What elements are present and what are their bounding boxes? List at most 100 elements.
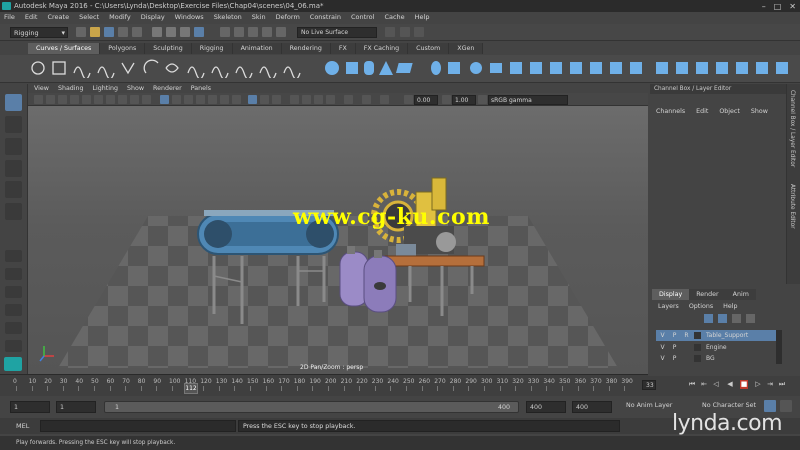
move-layer-up-icon[interactable]	[704, 314, 713, 323]
step-back-frame-icon[interactable]: ◁	[712, 380, 720, 389]
menu-skeleton[interactable]: Skeleton	[214, 12, 242, 23]
new-layer-selected-icon[interactable]	[746, 314, 755, 323]
outliner-layout-icon[interactable]	[5, 322, 22, 334]
tab-sculpting[interactable]: Sculpting	[145, 43, 192, 54]
live-surface-field[interactable]: No Live Surface	[297, 27, 377, 38]
menu-constrain[interactable]: Constrain	[310, 12, 341, 23]
go-to-end-icon[interactable]: ⏭	[778, 380, 786, 389]
layer-visibility-toggle[interactable]: V	[658, 342, 667, 353]
screen-space-ao-icon[interactable]	[290, 95, 299, 104]
layer-list-scrollbar[interactable]	[776, 330, 782, 364]
snap-curve-icon[interactable]	[234, 27, 244, 37]
snap-surface-icon[interactable]	[276, 27, 286, 37]
tab-xgen[interactable]: XGen	[449, 43, 484, 54]
mel-label[interactable]: MEL	[16, 422, 29, 430]
select-camera-icon[interactable]	[34, 95, 43, 104]
channel-menu-edit[interactable]: Edit	[696, 106, 708, 117]
layer-playback-toggle[interactable]: P	[670, 330, 679, 341]
persp-viewport[interactable]	[28, 106, 648, 374]
construction-history-icon[interactable]	[385, 27, 395, 37]
layer-menu-layers[interactable]: Layers	[658, 302, 679, 312]
menu-create[interactable]: Create	[47, 12, 69, 23]
layer-menu-options[interactable]: Options	[689, 302, 713, 312]
menu-select[interactable]: Select	[79, 12, 99, 23]
hud-icon[interactable]	[362, 95, 371, 104]
tab-attribute-editor[interactable]: Attribute Editor	[789, 184, 795, 229]
layer-color-swatch[interactable]	[694, 332, 701, 339]
snap-point-icon[interactable]	[248, 27, 258, 37]
panel-menu-lighting[interactable]: Lighting	[93, 84, 118, 93]
tab-rigging[interactable]: Rigging	[191, 43, 233, 54]
grid-icon[interactable]	[82, 95, 91, 104]
layer-menu-help[interactable]: Help	[723, 302, 737, 312]
textured-icon[interactable]	[208, 95, 217, 104]
select-tool-icon[interactable]	[5, 94, 22, 111]
tab-rendering[interactable]: Rendering	[281, 43, 331, 54]
use-all-lights-icon[interactable]	[220, 95, 229, 104]
play-forwards-icon[interactable]: ■	[740, 380, 748, 389]
step-forward-frame-icon[interactable]: ▷	[754, 380, 762, 389]
layer-row-bg[interactable]: V P BG	[656, 353, 776, 364]
wireframe-on-shaded-icon[interactable]	[196, 95, 205, 104]
layer-name[interactable]: Table_Support	[706, 330, 748, 341]
tab-custom[interactable]: Custom	[408, 43, 450, 54]
snap-grid-icon[interactable]	[220, 27, 230, 37]
select-object-icon[interactable]	[166, 27, 176, 37]
step-forward-key-icon[interactable]: ⇥	[766, 380, 774, 389]
motion-blur-icon[interactable]	[302, 95, 311, 104]
gate-mask-icon[interactable]	[118, 95, 127, 104]
panel-menu-panels[interactable]: Panels	[191, 84, 211, 93]
persp-graph-layout-icon[interactable]	[5, 304, 22, 316]
paint-select-tool-icon[interactable]	[5, 138, 22, 155]
undo-icon[interactable]	[118, 27, 128, 37]
select-component-icon[interactable]	[180, 27, 190, 37]
panel-menu-view[interactable]: View	[34, 84, 49, 93]
tab-animation[interactable]: Animation	[232, 43, 282, 54]
anti-aliasing-icon[interactable]	[314, 95, 323, 104]
menu-edit[interactable]: Edit	[25, 12, 38, 23]
open-scene-icon[interactable]	[90, 27, 100, 37]
layer-name[interactable]: BG	[706, 353, 715, 364]
safe-action-icon[interactable]	[142, 95, 151, 104]
field-chart-icon[interactable]	[130, 95, 139, 104]
move-tool-icon[interactable]	[5, 160, 22, 177]
layer-visibility-toggle[interactable]: V	[658, 353, 667, 364]
bookmark-icon[interactable]	[58, 95, 67, 104]
tab-curves-surfaces[interactable]: Curves / Surfaces	[28, 43, 101, 54]
layer-display-type[interactable]: R	[682, 330, 691, 341]
menu-modify[interactable]: Modify	[109, 12, 131, 23]
rotate-tool-icon[interactable]	[5, 181, 22, 198]
tab-fx[interactable]: FX	[330, 43, 356, 54]
redo-icon[interactable]	[132, 27, 142, 37]
ui-toggle-icon[interactable]	[380, 95, 389, 104]
layer-color-swatch[interactable]	[694, 344, 701, 351]
move-layer-down-icon[interactable]	[718, 314, 727, 323]
exposure-field[interactable]: 0.00	[414, 95, 438, 105]
four-view-layout-icon[interactable]	[5, 268, 22, 280]
playback-start-field[interactable]: 1	[56, 401, 96, 413]
shadows-icon[interactable]	[232, 95, 241, 104]
go-to-start-icon[interactable]: ⏮	[688, 380, 696, 389]
wireframe-icon[interactable]	[160, 95, 169, 104]
menu-display[interactable]: Display	[141, 12, 165, 23]
color-space-dropdown[interactable]: sRGB gamma	[488, 95, 568, 105]
channel-menu-channels[interactable]: Channels	[656, 106, 685, 117]
tab-fx-caching[interactable]: FX Caching	[355, 43, 409, 54]
lasso-tool-icon[interactable]	[5, 116, 22, 133]
tab-anim[interactable]: Anim	[725, 289, 756, 300]
new-empty-layer-icon[interactable]	[732, 314, 741, 323]
menu-cache[interactable]: Cache	[384, 12, 404, 23]
menu-skin[interactable]: Skin	[252, 12, 266, 23]
range-slider[interactable]: 1 400	[104, 401, 519, 413]
maya-home-icon[interactable]	[4, 357, 22, 371]
current-frame-marker[interactable]: 112	[184, 383, 198, 394]
menu-windows[interactable]: Windows	[175, 12, 204, 23]
layer-color-swatch[interactable]	[694, 355, 701, 362]
character-set-dropdown[interactable]: No Character Set	[702, 402, 756, 409]
command-input[interactable]	[40, 420, 236, 432]
select-hierarchy-icon[interactable]	[152, 27, 162, 37]
gamma-field[interactable]: 1.00	[452, 95, 476, 105]
film-gate-icon[interactable]	[94, 95, 103, 104]
current-time-field[interactable]: 33	[642, 380, 656, 390]
new-scene-icon[interactable]	[76, 27, 86, 37]
